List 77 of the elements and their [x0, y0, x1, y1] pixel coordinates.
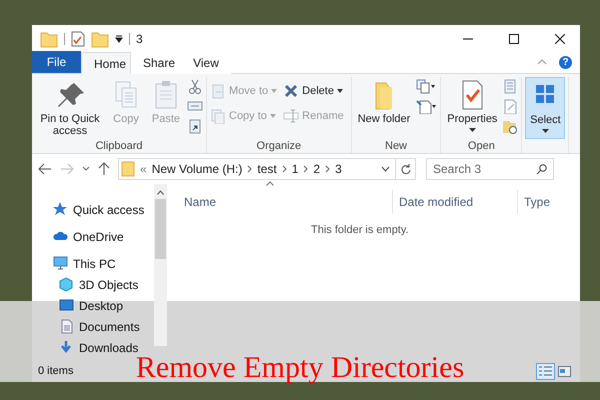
- nav-item[interactable]: 3D Objects: [79, 276, 138, 294]
- star-icon[interactable]: [53, 202, 68, 217]
- ribbon-button[interactable]: Properties: [444, 77, 500, 139]
- nav-item[interactable]: OneDrive: [73, 228, 124, 246]
- group-label: Organize: [256, 139, 302, 153]
- column-header[interactable]: Date modified: [392, 190, 517, 214]
- paste-shortcut-icon[interactable]: [187, 118, 203, 134]
- nav-item[interactable]: Downloads: [79, 338, 138, 356]
- copy-icon: [210, 108, 226, 124]
- breadcrumb[interactable]: 3: [335, 160, 342, 178]
- chevron-icon: [282, 165, 287, 173]
- ribbon-button[interactable]: Delete: [283, 81, 344, 101]
- nav-item[interactable]: Quick access: [73, 200, 144, 218]
- scrollbar-thumb[interactable]: [155, 199, 166, 259]
- ribbon-button[interactable]: Select: [525, 77, 566, 139]
- column-header[interactable]: Name: [170, 190, 392, 214]
- new-item-icon[interactable]: [415, 78, 438, 94]
- scissors-icon[interactable]: [187, 78, 203, 94]
- collapse-caret-icon[interactable]: [537, 59, 547, 65]
- recent-caret-icon[interactable]: [82, 166, 90, 172]
- group-label: Clipboard: [94, 139, 144, 153]
- caret-icon: [542, 129, 549, 133]
- breadcrumb[interactable]: test: [257, 160, 277, 178]
- desktop-icon[interactable]: [59, 298, 74, 313]
- caret-icon: [271, 89, 278, 93]
- caret-icon: [270, 114, 276, 118]
- caret-icon: [468, 128, 476, 132]
- history-icon[interactable]: [502, 118, 518, 134]
- group-label: New: [384, 139, 408, 153]
- close-icon: [555, 34, 565, 44]
- breadcrumb[interactable]: New Volume (H:): [152, 160, 242, 178]
- document-icon[interactable]: [59, 319, 74, 334]
- view-button[interactable]: [536, 362, 555, 380]
- chevron-icon: [303, 165, 308, 173]
- ribbon-tab[interactable]: Home: [81, 52, 131, 74]
- caret-icon: [336, 89, 343, 93]
- item-count: 0 items: [38, 364, 74, 379]
- help-button[interactable]: ?: [559, 56, 572, 69]
- empty-folder-message: This folder is empty.: [310, 223, 410, 238]
- nav-item[interactable]: Desktop: [79, 296, 124, 314]
- properties-icon[interactable]: [71, 30, 85, 46]
- maximize-icon: [509, 34, 519, 44]
- dropdown-caret-icon[interactable]: [381, 166, 390, 172]
- overflow-chevron[interactable]: «: [140, 160, 147, 178]
- column-header[interactable]: Type: [517, 190, 580, 214]
- chevron-icon: [247, 165, 252, 173]
- ribbon-button[interactable]: New folder: [354, 77, 414, 139]
- search-icon: [536, 164, 547, 175]
- dropdown-icon[interactable]: [115, 34, 123, 42]
- address-bar[interactable]: « New Volume (H:) test 1 2 3: [118, 158, 416, 180]
- scrollbar[interactable]: [154, 184, 167, 346]
- scroll-up-icon: [157, 190, 164, 195]
- back-arrow-icon[interactable]: [38, 163, 52, 175]
- refresh-icon[interactable]: [400, 164, 411, 174]
- ribbon-button[interactable]: Pin to Quick access: [35, 77, 105, 139]
- window-title: 3: [136, 30, 143, 48]
- banner-title: Remove Empty Directories: [136, 354, 464, 382]
- sort-caret-icon: [266, 181, 274, 186]
- search-field[interactable]: Search 3: [426, 158, 554, 180]
- nav-item[interactable]: Documents: [79, 318, 140, 336]
- download-arrow-icon[interactable]: [59, 340, 74, 355]
- folder-icon: [121, 161, 135, 177]
- large-icons-view-icon: [558, 366, 571, 376]
- up-arrow-icon[interactable]: [98, 162, 110, 176]
- details-view-icon: [539, 366, 552, 376]
- easy-access-icon[interactable]: [415, 98, 438, 114]
- rename-icon: [283, 108, 300, 124]
- chevron-icon: [325, 165, 330, 173]
- nav-item[interactable]: This PC: [73, 254, 116, 272]
- move-icon: [210, 83, 226, 99]
- group-label: Open: [466, 139, 496, 153]
- delete-icon: [283, 83, 300, 99]
- breadcrumb[interactable]: 2: [313, 160, 320, 178]
- file-tab[interactable]: File: [32, 51, 81, 73]
- monitor-icon[interactable]: [53, 256, 68, 271]
- cube-icon[interactable]: [59, 277, 74, 292]
- breadcrumb[interactable]: 1: [292, 160, 298, 178]
